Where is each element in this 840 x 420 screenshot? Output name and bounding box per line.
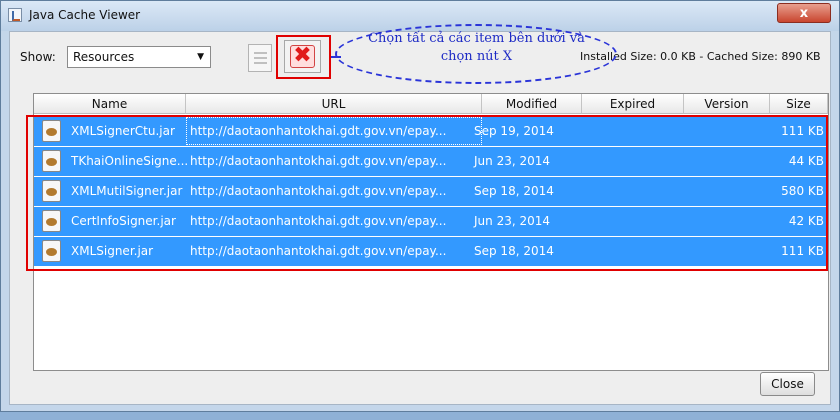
- list-icon-line: [254, 62, 267, 64]
- close-button[interactable]: Close: [760, 372, 815, 396]
- show-label: Show:: [20, 50, 56, 64]
- chevron-down-icon: ▼: [197, 52, 204, 62]
- rows-selection-highlight: [26, 115, 828, 271]
- annotation-callout-text: Chọn tất cả các item bên dưới và chọn nú…: [368, 31, 585, 64]
- column-header-modified[interactable]: Modified: [482, 94, 582, 114]
- list-view-button[interactable]: [248, 44, 272, 72]
- column-header-size[interactable]: Size: [770, 94, 828, 114]
- column-header-name[interactable]: Name: [34, 94, 186, 114]
- taskbar-strip: [0, 412, 840, 420]
- column-header-url[interactable]: URL: [186, 94, 482, 114]
- window-close-button[interactable]: x: [777, 3, 831, 23]
- java-app-icon: [8, 8, 22, 22]
- column-header-version[interactable]: Version: [684, 94, 770, 114]
- window-title: Java Cache Viewer: [29, 8, 141, 22]
- show-select[interactable]: Resources ▼: [67, 46, 211, 68]
- list-icon-line: [254, 52, 267, 54]
- show-select-value: Resources: [73, 50, 135, 64]
- column-header-expired[interactable]: Expired: [582, 94, 684, 114]
- delete-x-icon: ✖: [290, 45, 315, 68]
- list-icon-line: [254, 57, 267, 59]
- delete-button[interactable]: ✖: [284, 40, 321, 73]
